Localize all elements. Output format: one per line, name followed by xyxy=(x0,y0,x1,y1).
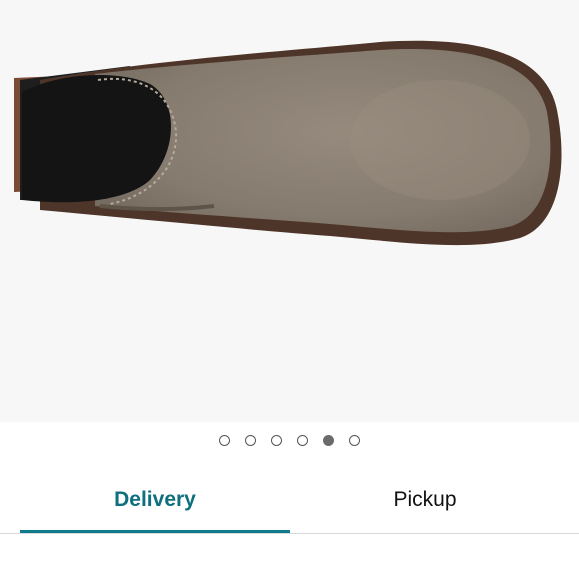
selected-tab-underline xyxy=(20,530,290,533)
carousel-dot[interactable] xyxy=(349,434,360,446)
product-image[interactable] xyxy=(0,0,579,422)
tab-delivery[interactable]: Delivery xyxy=(20,466,290,533)
carousel-dot[interactable] xyxy=(219,434,230,446)
carousel-dot-active[interactable] xyxy=(323,434,334,446)
tab-delivery-label: Delivery xyxy=(114,487,196,511)
boot-illustration xyxy=(14,40,562,246)
tab-pickup[interactable]: Pickup xyxy=(290,466,560,533)
fulfillment-tabs: Delivery Pickup xyxy=(0,466,579,534)
carousel-indicator xyxy=(0,432,579,448)
carousel-dot[interactable] xyxy=(245,434,256,446)
carousel-dot[interactable] xyxy=(271,434,282,446)
tab-pickup-label: Pickup xyxy=(393,487,457,511)
carousel-dot[interactable] xyxy=(297,434,308,446)
